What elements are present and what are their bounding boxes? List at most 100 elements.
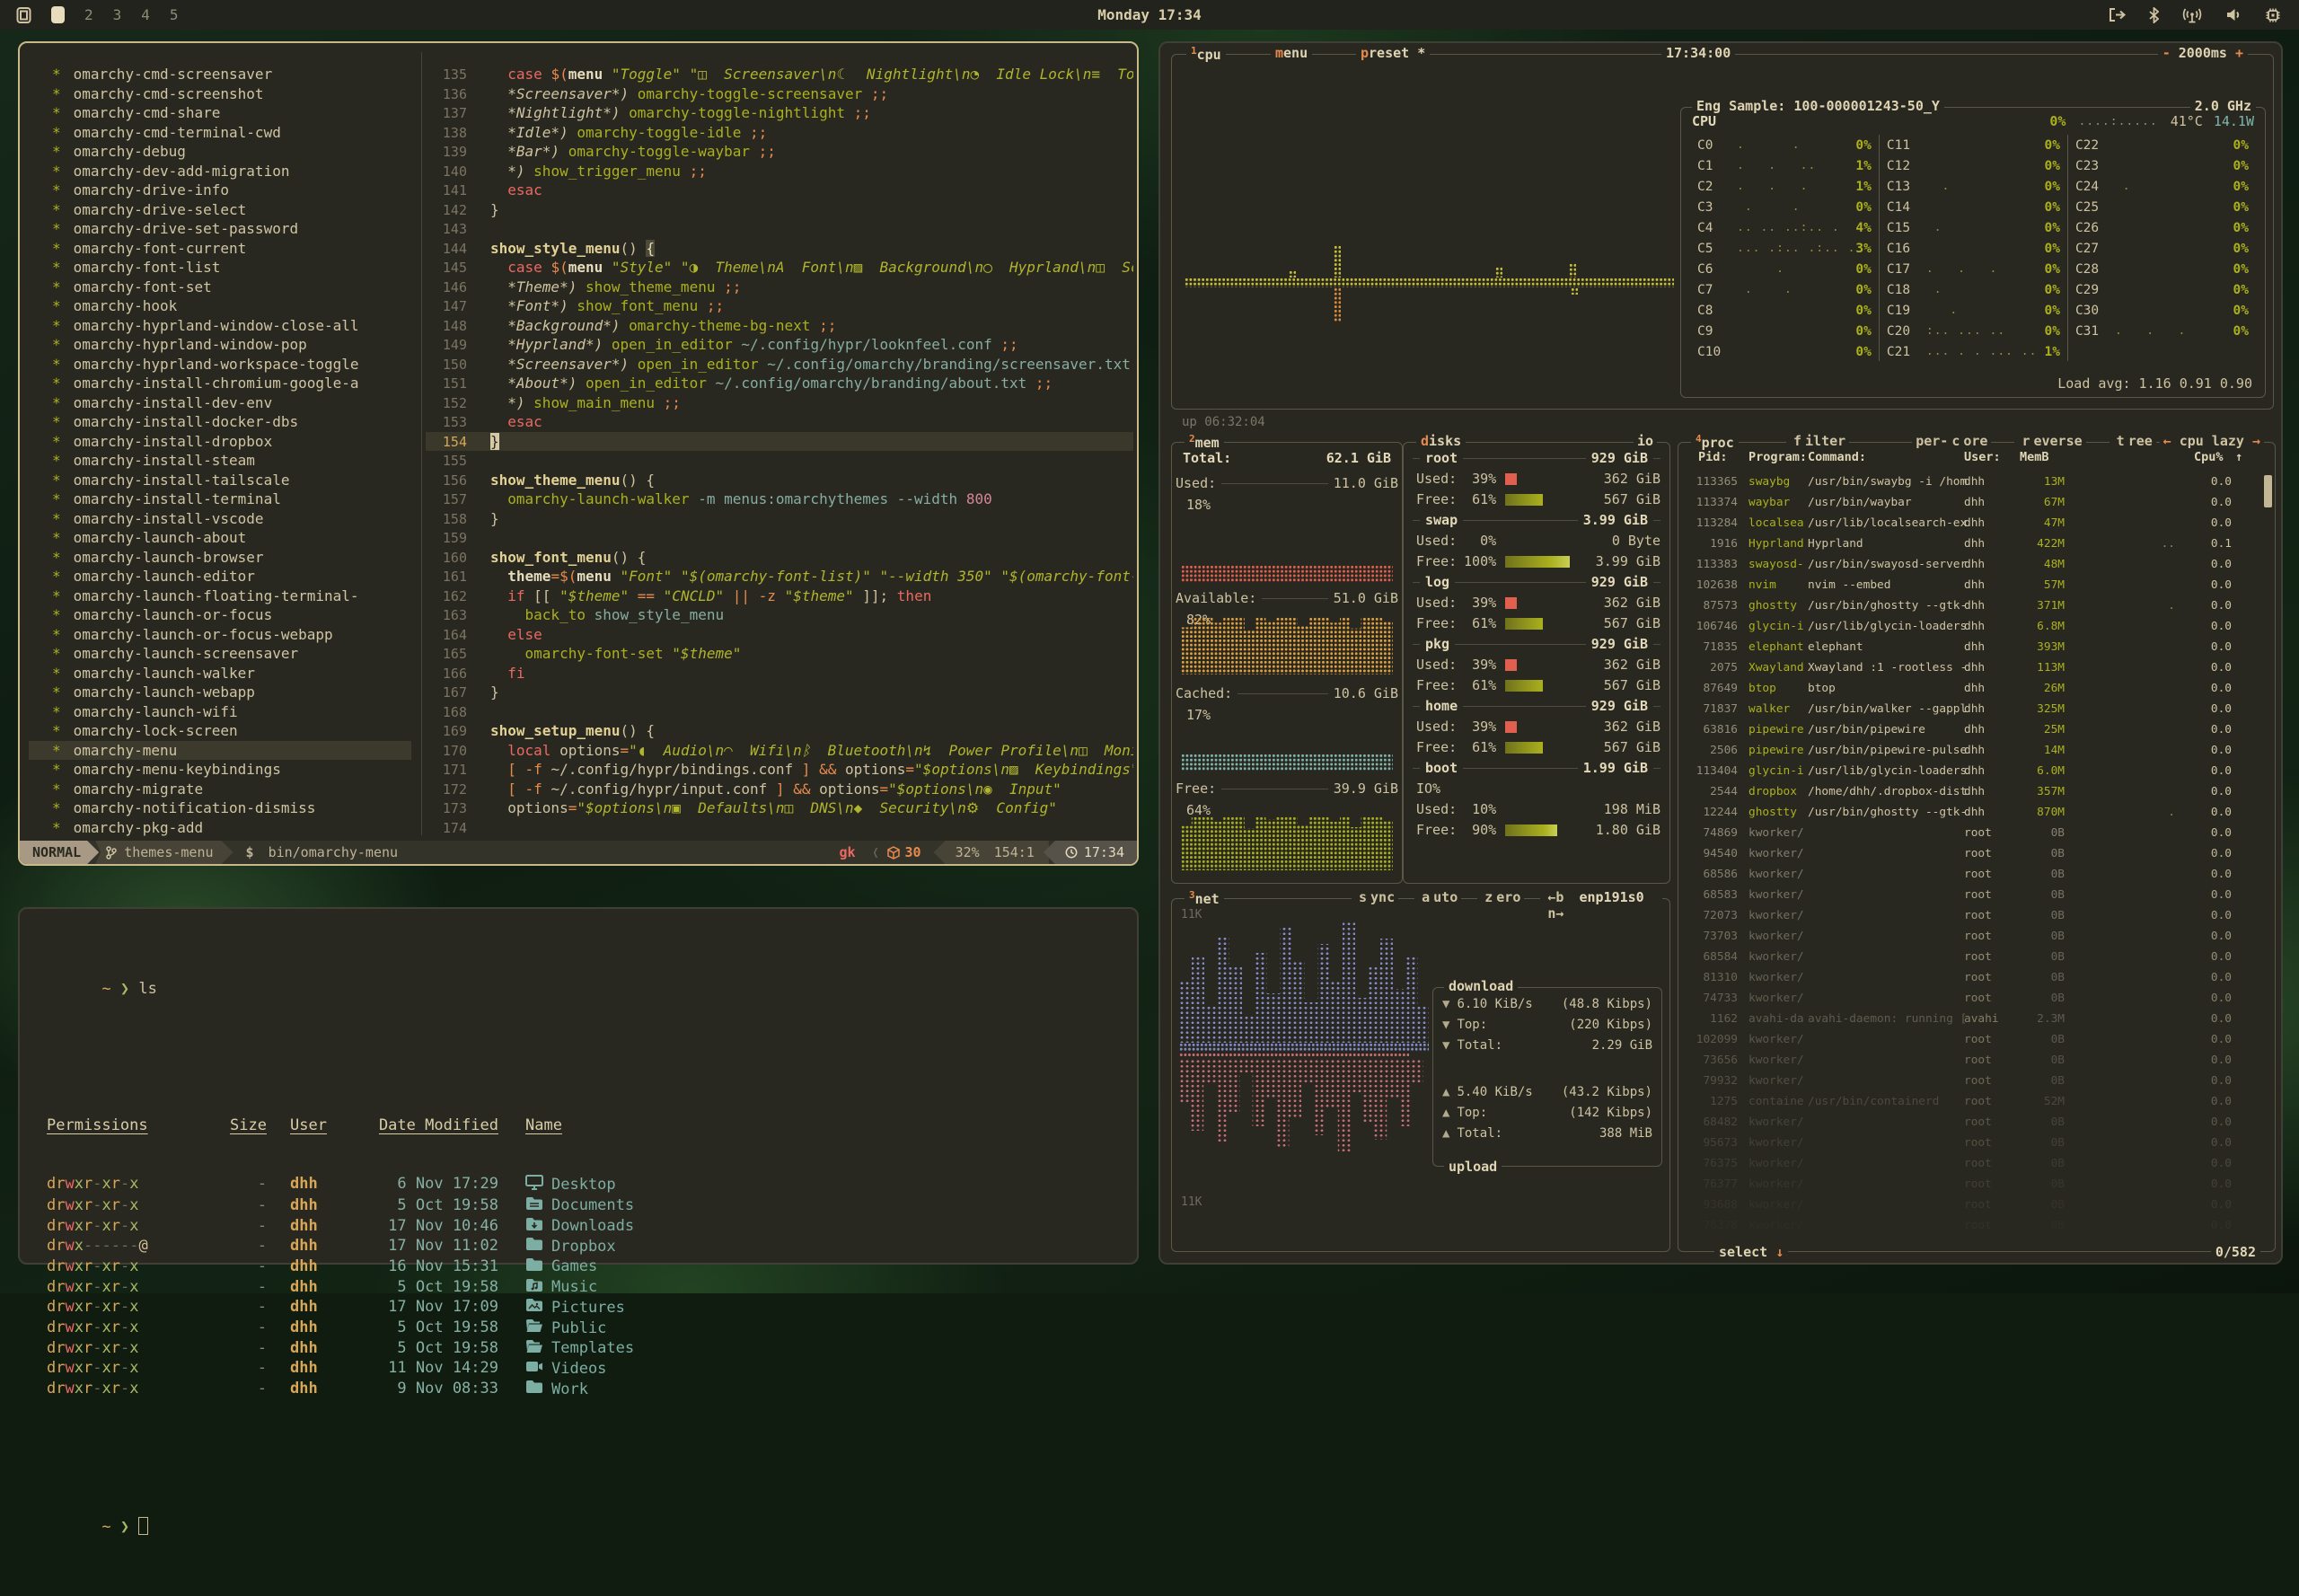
process-row[interactable]: 2075XwaylandXwayland :1 -rootless -dhh11… (1686, 657, 2262, 678)
code-line[interactable]: 145 case $(menu "Style" "◑ Theme\nA Font… (426, 258, 1133, 278)
preset-button[interactable]: preset * (1356, 45, 1430, 61)
code-line[interactable]: 170 local options="◖ Audio\n◠ Wifi\nᛒ Bl… (426, 741, 1133, 761)
process-row[interactable]: 2506pipewire/usr/bin/pipewire-pulsedhh14… (1686, 740, 2262, 761)
file-tree-item[interactable]: *omarchy-hook (29, 296, 411, 316)
proc-reverse-button[interactable]: reverse (2014, 433, 2085, 449)
file-tree-item[interactable]: *omarchy-hyprland-workspace-toggle (29, 355, 411, 375)
code-line[interactable]: 166 fi (426, 664, 1133, 683)
file-tree-item[interactable]: *omarchy-install-terminal (29, 489, 411, 509)
process-row[interactable]: 113383swayosd-/usr/bin/swayosd-serverdhh… (1686, 554, 2262, 575)
process-row[interactable]: 74869kworker/root0B0.0 (1686, 823, 2262, 843)
net-interface[interactable]: ←b enp191s0 n→ (1540, 889, 1662, 921)
wifi-icon[interactable] (2182, 7, 2202, 23)
logout-icon[interactable] (2109, 7, 2126, 22)
file-tree-item[interactable]: *omarchy-menu (29, 741, 411, 761)
code-line[interactable]: 168 (426, 702, 1133, 722)
file-tree-item[interactable]: *omarchy-cmd-screenshot (29, 84, 411, 104)
process-row[interactable]: 1162avahi-daavahi-daemon: running [avahi… (1686, 1009, 2262, 1029)
code-line[interactable]: 157 omarchy-launch-walker -m menus:omarc… (426, 489, 1133, 509)
process-row[interactable]: 73703kworker/root0B0.0 (1686, 926, 2262, 947)
process-row[interactable]: 113284localsea/usr/lib/localsearch-exdhh… (1686, 513, 2262, 533)
code-line[interactable]: 144show_style_menu() { (426, 239, 1133, 259)
file-tree-item[interactable]: *omarchy-install-chromium-google-a (29, 374, 411, 393)
file-tree-item[interactable]: *omarchy-drive-set-password (29, 219, 411, 239)
file-tree-item[interactable]: *omarchy-migrate (29, 780, 411, 799)
file-tree-item[interactable]: *omarchy-install-steam (29, 451, 411, 471)
file-tree-item[interactable]: *omarchy-install-dev-env (29, 393, 411, 413)
process-row[interactable]: 87649btopbtopdhh26M0.0 (1686, 678, 2262, 699)
file-tree-item[interactable]: *omarchy-hyprland-window-close-all (29, 316, 411, 336)
update-interval[interactable]: - 2000ms + (2158, 45, 2248, 61)
file-tree-item[interactable]: *omarchy-launch-about (29, 528, 411, 548)
workspace-5[interactable]: 5 (170, 6, 179, 23)
process-row[interactable]: 95673kworker/root0B0.0 (1686, 1133, 2262, 1153)
code-line[interactable]: 162 if [[ "$theme" == "CNCLD" || -z "$th… (426, 586, 1133, 606)
proc-select-hint[interactable]: select ↓ (1714, 1244, 1788, 1260)
workspace-2[interactable]: 2 (84, 6, 93, 23)
workspace-3[interactable]: 3 (113, 6, 122, 23)
file-tree-item[interactable]: *omarchy-install-dropbox (29, 432, 411, 452)
mem-box-title[interactable]: 2mem (1185, 433, 1224, 451)
code-line[interactable]: 158} (426, 509, 1133, 529)
file-tree-item[interactable]: *omarchy-drive-info (29, 181, 411, 200)
process-row[interactable]: 68482kworker/root0B0.0 (1686, 1112, 2262, 1133)
process-row[interactable]: 12244ghostty/usr/bin/ghostty --gtk-dhh87… (1686, 802, 2262, 823)
process-row[interactable]: 1275containe/usr/bin/containerdroot52M0.… (1686, 1091, 2262, 1112)
process-row[interactable]: 102638nvimnvim --embeddhh57M0.0 (1686, 575, 2262, 595)
file-tree-item[interactable]: *omarchy-launch-or-focus-webapp (29, 625, 411, 645)
proc-percore-button[interactable]: per-core (1912, 433, 1991, 449)
file-tree-item[interactable]: *omarchy-cmd-share (29, 103, 411, 123)
process-row[interactable]: 68583kworker/root0B0.0 (1686, 885, 2262, 905)
workspace-4[interactable]: 4 (141, 6, 150, 23)
process-row[interactable]: 87573ghostty/usr/bin/ghostty --gtk-dhh37… (1686, 595, 2262, 616)
code-line[interactable]: 148 *Background*) omarchy-theme-bg-next … (426, 316, 1133, 336)
code-line[interactable]: 141 esac (426, 181, 1133, 200)
file-tree-item[interactable]: *omarchy-launch-walker (29, 664, 411, 683)
code-line[interactable]: 154} (426, 432, 1133, 452)
code-line[interactable]: 147 *Font*) show_font_menu ;; (426, 296, 1133, 316)
code-line[interactable]: 169show_setup_menu() { (426, 721, 1133, 741)
bluetooth-icon[interactable] (2149, 7, 2159, 23)
code-line[interactable]: 172 [ -f ~/.config/hypr/input.conf ] && … (426, 780, 1133, 799)
process-row[interactable]: 94540kworker/root0B0.0 (1686, 843, 2262, 864)
file-tree-item[interactable]: *omarchy-launch-floating-terminal- (29, 586, 411, 606)
file-tree-item[interactable]: *omarchy-font-list (29, 258, 411, 278)
proc-tree-button[interactable]: tree (2110, 433, 2156, 449)
code-line[interactable]: 161 theme=$(menu "Font" "$(omarchy-font-… (426, 567, 1133, 586)
file-tree-item[interactable]: *omarchy-drive-select (29, 200, 411, 220)
proc-scrollbar[interactable] (2264, 475, 2272, 507)
process-row[interactable]: 74733kworker/root0B0.0 (1686, 988, 2262, 1009)
process-row[interactable]: 72073kworker/root0B0.0 (1686, 905, 2262, 926)
file-tree-item[interactable]: *omarchy-lock-screen (29, 721, 411, 741)
code-line[interactable]: 151 *About*) open_in_editor ~/.config/om… (426, 374, 1133, 393)
code-line[interactable]: 150 *Screensaver*) open_in_editor ~/.con… (426, 355, 1133, 375)
process-row[interactable]: 76375kworker/root0B0.0 (1686, 1153, 2262, 1174)
code-line[interactable]: 165 omarchy-font-set "$theme" (426, 644, 1133, 664)
file-tree-item[interactable]: *omarchy-hyprland-window-pop (29, 335, 411, 355)
file-tree-item[interactable]: *omarchy-menu-keybindings (29, 760, 411, 780)
process-row[interactable]: 68586kworker/root0B0.0 (1686, 864, 2262, 885)
code-line[interactable]: 155 (426, 451, 1133, 471)
io-toggle[interactable]: io (1634, 433, 1657, 449)
file-tree-item[interactable]: *omarchy-launch-editor (29, 567, 411, 586)
process-row[interactable]: 73656kworker/root0B0.0 (1686, 1050, 2262, 1071)
process-row[interactable]: 113365swaybg/usr/bin/swaybg -i /homdhh13… (1686, 472, 2262, 492)
process-row[interactable]: 71837walker/usr/bin/walker --gappldhh325… (1686, 699, 2262, 719)
process-list[interactable]: 113365swaybg/usr/bin/swaybg -i /homdhh13… (1686, 472, 2262, 1246)
code-line[interactable]: 156show_theme_menu() { (426, 471, 1133, 490)
process-row[interactable]: 102099kworker/root0B0.0 (1686, 1029, 2262, 1050)
workspace-1[interactable] (51, 6, 65, 23)
code-line[interactable]: 171 [ -f ~/.config/hypr/bindings.conf ] … (426, 760, 1133, 780)
file-tree-item[interactable]: *omarchy-debug (29, 142, 411, 162)
terminal-input-line[interactable]: ~ ❯ (47, 1497, 1119, 1556)
disks-box-title[interactable]: disks (1416, 433, 1466, 449)
chip-icon[interactable] (2265, 7, 2281, 23)
code-line[interactable]: 139 *Bar*) omarchy-toggle-waybar ;; (426, 142, 1133, 162)
file-tree-item[interactable]: *omarchy-install-docker-dbs (29, 412, 411, 432)
code-line[interactable]: 143 (426, 219, 1133, 239)
code-line[interactable]: 164 else (426, 625, 1133, 645)
code-line[interactable]: 159 (426, 528, 1133, 548)
code-line[interactable]: 160show_font_menu() { (426, 548, 1133, 568)
process-row[interactable]: 2544dropbox/home/dhh/.dropbox-distdhh357… (1686, 781, 2262, 802)
code-line[interactable]: 174 (426, 818, 1133, 838)
